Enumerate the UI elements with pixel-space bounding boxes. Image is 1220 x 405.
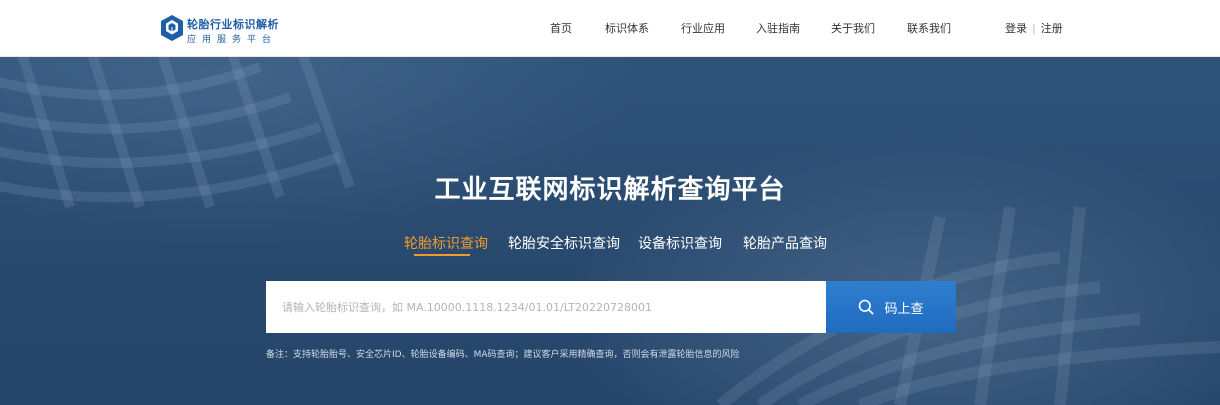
tab-tire-identifier-query[interactable]: 轮胎标识查询 bbox=[404, 233, 488, 253]
brand-title: 轮胎行业标识解析 bbox=[187, 18, 279, 31]
search-input[interactable] bbox=[266, 281, 826, 333]
tab-tire-safety-identifier-query[interactable]: 轮胎安全标识查询 bbox=[508, 233, 620, 253]
top-header: 轮胎行业标识解析 应用服务平台 首页 标识体系 行业应用 入驻指南 关于我们 联… bbox=[0, 0, 1220, 57]
tab-equipment-identifier-query[interactable]: 设备标识查询 bbox=[638, 233, 722, 253]
nav-onboarding-guide[interactable]: 入驻指南 bbox=[756, 20, 800, 38]
hero-title: 工业互联网标识解析查询平台 bbox=[434, 175, 786, 205]
login-link[interactable]: 登录 bbox=[1005, 22, 1027, 35]
nav-identifier-system[interactable]: 标识体系 bbox=[605, 20, 649, 38]
search-button-label: 码上查 bbox=[884, 301, 924, 317]
register-link[interactable]: 注册 bbox=[1041, 22, 1063, 35]
brand-logo[interactable]: 轮胎行业标识解析 应用服务平台 bbox=[160, 14, 290, 46]
nav-industry-application[interactable]: 行业应用 bbox=[681, 20, 725, 38]
hero-banner: 工业互联网标识解析查询平台 轮胎标识查询 轮胎安全标识查询 设备标识查询 轮胎产… bbox=[0, 57, 1220, 405]
search-note: 备注：支持轮胎胎号、安全芯片ID、轮胎设备编码、MA码查询；建议客户采用精确查询… bbox=[266, 350, 740, 360]
brand-subtitle: 应用服务平台 bbox=[187, 35, 278, 45]
tab-tire-product-query[interactable]: 轮胎产品查询 bbox=[743, 233, 827, 253]
cube-logo-icon bbox=[161, 15, 183, 41]
nav-about-us[interactable]: 关于我们 bbox=[831, 20, 875, 38]
search-icon bbox=[859, 299, 874, 315]
auth-links: 登录 | 注册 bbox=[1005, 20, 1063, 36]
search-button[interactable]: 码上查 bbox=[826, 281, 956, 333]
auth-divider: | bbox=[1032, 22, 1036, 35]
nav-home[interactable]: 首页 bbox=[550, 20, 572, 38]
active-tab-indicator bbox=[414, 254, 470, 256]
nav-contact-us[interactable]: 联系我们 bbox=[907, 20, 951, 38]
